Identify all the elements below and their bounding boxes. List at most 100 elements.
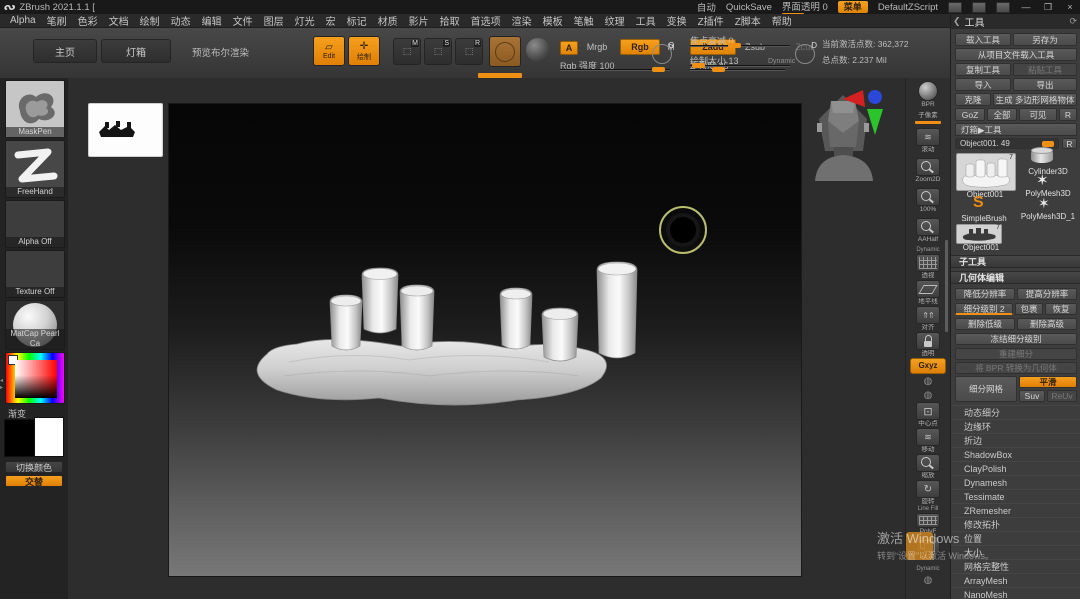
tool-r-button[interactable]: R: [1062, 138, 1077, 149]
menu-item[interactable]: 帮助: [772, 13, 792, 28]
del-higher-button[interactable]: 删除高级: [1017, 318, 1077, 330]
close-button[interactable]: ×: [1064, 2, 1076, 12]
stroke-thumbnail[interactable]: FreeHand: [5, 140, 65, 198]
alternate-button[interactable]: 交替: [5, 475, 63, 487]
draw-size-dynamic-icon[interactable]: D: [795, 41, 817, 64]
color-picker[interactable]: [5, 352, 65, 404]
menu-item[interactable]: 模板: [543, 13, 563, 28]
lower-res-button[interactable]: 降低分辨率: [955, 288, 1015, 300]
polymesh3d-1-icon[interactable]: ✶: [1038, 196, 1050, 210]
gxyz-button[interactable]: Gxyz: [910, 358, 946, 374]
camview-head[interactable]: [805, 85, 897, 181]
local-symmetry-button[interactable]: 对齐: [908, 306, 948, 332]
quicksave-button[interactable]: QuickSave: [726, 2, 772, 13]
rebuild-sdiv-button[interactable]: 重建细分: [955, 348, 1077, 360]
tool-palette-header[interactable]: ❮ 工具 ⟳: [951, 14, 1080, 29]
menu-item[interactable]: 灯光: [295, 13, 315, 28]
menu-item[interactable]: 拾取: [440, 13, 460, 28]
menu-button[interactable]: 菜单: [837, 1, 868, 13]
load-from-project-button[interactable]: 从项目文件载入工具: [955, 48, 1077, 61]
del-lower-button[interactable]: 删除低级: [955, 318, 1015, 330]
menu-item[interactable]: 笔刷: [47, 13, 67, 28]
dynamic-ghost-button[interactable]: Dynamic: [908, 562, 948, 592]
perspective-button[interactable]: Dynamic 透视: [908, 246, 948, 280]
geometry-section-header[interactable]: 几何体编辑: [951, 271, 1080, 284]
menu-item[interactable]: 纹理: [605, 13, 625, 28]
prev-ui-icon[interactable]: [948, 1, 962, 13]
section-row[interactable]: 边缘环: [951, 419, 1080, 433]
default-zscript-button[interactable]: DefaultZScript: [878, 2, 938, 13]
section-row[interactable]: 位置: [951, 531, 1080, 545]
menu-item[interactable]: 图层: [264, 13, 284, 28]
lightbox-tool-button[interactable]: 灯箱▶工具: [955, 123, 1077, 136]
recent-tool-thumbnail[interactable]: 7: [956, 224, 1002, 244]
section-row[interactable]: 修改拓扑: [951, 517, 1080, 531]
menu-item[interactable]: 色彩: [78, 13, 98, 28]
goz-visible-button[interactable]: 可见: [1019, 108, 1057, 121]
polymesh3d-icon[interactable]: ✶: [1036, 173, 1049, 188]
menu-item[interactable]: Z插件: [698, 13, 724, 28]
menu-item[interactable]: 工具: [636, 13, 656, 28]
import-button[interactable]: 导入: [955, 78, 1011, 91]
section-row[interactable]: Dynamesh: [951, 475, 1080, 489]
sdiv-level-slider[interactable]: 细分级别 2: [955, 303, 1013, 315]
frame-center-button[interactable]: 中心点: [908, 402, 948, 428]
section-row[interactable]: NanoMesh: [951, 587, 1080, 599]
secondary-color-swatch[interactable]: [34, 417, 64, 457]
bpr-to-geo-button[interactable]: 将 BPR 转换为几何体: [955, 362, 1077, 374]
aahalf-button[interactable]: AAHalf: [908, 216, 948, 246]
section-row[interactable]: ClayPolish: [951, 461, 1080, 475]
alpha-thumbnail[interactable]: Alpha Off: [5, 200, 65, 248]
section-row[interactable]: Tessimate: [951, 489, 1080, 503]
wrap-button[interactable]: 包裹: [1015, 303, 1043, 315]
sv-square[interactable]: [15, 360, 57, 398]
solo-button[interactable]: [908, 388, 948, 402]
smt-button[interactable]: 平滑: [1019, 376, 1077, 388]
goz-r-button[interactable]: R: [1059, 108, 1077, 121]
transparency-lock-button[interactable]: 透明: [908, 332, 948, 358]
export-button[interactable]: 导出: [1013, 78, 1077, 91]
menu-item[interactable]: 材质: [378, 13, 398, 28]
active-tool-thumbnail[interactable]: 7: [956, 153, 1016, 191]
menu-item[interactable]: 影片: [409, 13, 429, 28]
menu-item[interactable]: 编辑: [202, 13, 222, 28]
copy-ui-icon[interactable]: [996, 1, 1010, 13]
menu-item[interactable]: 动态: [171, 13, 191, 28]
section-row[interactable]: 网格完整性: [951, 559, 1080, 573]
section-row[interactable]: ShadowBox: [951, 447, 1080, 461]
subpixel-slider[interactable]: 子像素: [908, 110, 948, 126]
reuv-button[interactable]: ReUv: [1047, 390, 1077, 402]
brush-thumbnail[interactable]: MaskPen: [5, 80, 65, 138]
make-polymesh-button[interactable]: 生成 多边形网格物体: [993, 93, 1077, 106]
section-row[interactable]: 动态细分: [951, 405, 1080, 419]
divide-button[interactable]: 细分网格: [955, 376, 1017, 402]
goz-button[interactable]: GoZ: [955, 108, 985, 121]
subtool-section-header[interactable]: 子工具: [951, 255, 1080, 268]
menu-item[interactable]: 标记: [347, 13, 367, 28]
bpr-button[interactable]: BPR: [908, 80, 948, 110]
load-tool-button[interactable]: 载入工具: [955, 33, 1011, 46]
menu-item[interactable]: 首选项: [471, 13, 501, 28]
floor-button[interactable]: 地平线: [908, 280, 948, 306]
restore-button-geo[interactable]: 恢复: [1045, 303, 1077, 315]
restore-panel-icon[interactable]: ⟳: [1069, 16, 1077, 27]
dental-scan-model[interactable]: [249, 254, 679, 419]
menu-item[interactable]: 文档: [109, 13, 129, 28]
menu-item[interactable]: Alpha: [10, 15, 36, 26]
goz-all-button[interactable]: 全部: [987, 108, 1017, 121]
minimize-button[interactable]: —: [1020, 2, 1032, 12]
rotate-canvas-button[interactable]: 旋转: [908, 480, 948, 506]
focal-falloff-icon[interactable]: S: [652, 41, 674, 64]
menu-item[interactable]: 渲染: [512, 13, 532, 28]
menu-item[interactable]: 笔触: [574, 13, 594, 28]
menu-item[interactable]: 绘制: [140, 13, 160, 28]
highlighted-strip-button[interactable]: [906, 532, 933, 560]
section-row[interactable]: 大小: [951, 545, 1080, 559]
copy-tool-button[interactable]: 复制工具: [955, 63, 1011, 76]
focal-falloff-handle[interactable]: [728, 43, 741, 48]
menu-item[interactable]: 宏: [326, 13, 336, 28]
material-thumbnail[interactable]: MatCap Pearl Ca: [5, 300, 65, 350]
panel-scrollbar[interactable]: [945, 240, 948, 332]
auto-label[interactable]: 自动: [697, 0, 716, 14]
cylinder3d-icon[interactable]: [1031, 147, 1053, 163]
